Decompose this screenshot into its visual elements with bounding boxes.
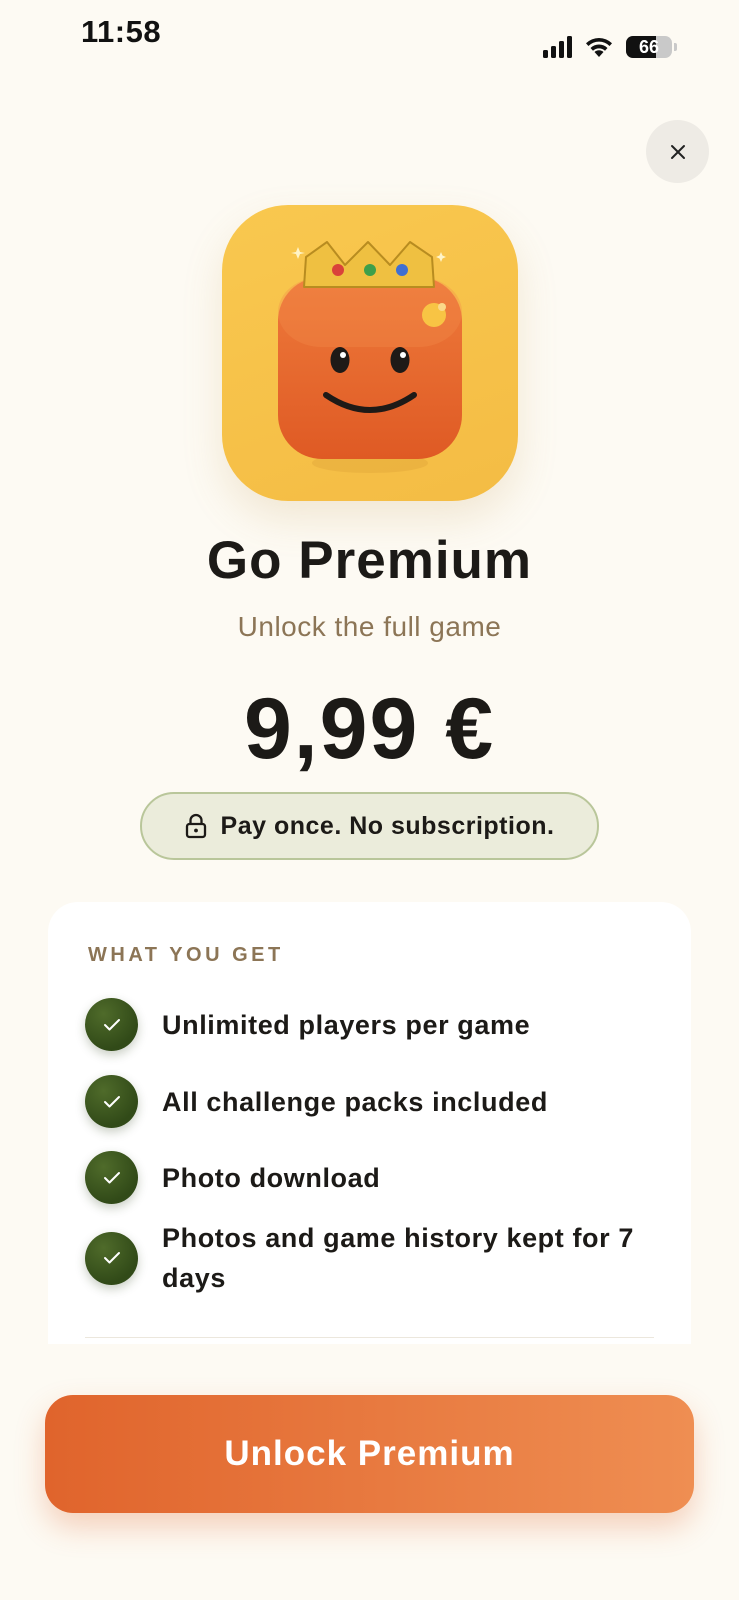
pay-once-badge: Pay once. No subscription. [140,792,599,860]
page-subtitle: Unlock the full game [237,611,502,642]
benefit-label: Unlimited players per game [162,1009,531,1040]
benefit-label: All challenge packs included [162,1086,548,1117]
lock-icon [185,813,206,839]
check-icon [85,998,138,1051]
signal-icon [543,36,572,58]
app-icon [222,205,518,501]
benefit-item: Unlimited players per game [85,998,652,1051]
check-icon [85,1075,138,1128]
battery-level: 66 [638,37,660,57]
benefits-card: WHAT YOU GET Unlimited players per game … [48,902,691,1344]
crowned-smiling-block-icon [278,241,462,473]
unlock-premium-button[interactable]: Unlock Premium [45,1395,694,1513]
close-button[interactable] [646,120,709,183]
price: 9,99 € [243,681,496,777]
benefits-heading: WHAT YOU GET [88,944,284,966]
status-icons: 66 [543,36,677,58]
benefit-label: Photos and game history kept for 7 days [162,1223,634,1293]
check-icon [85,1231,138,1285]
check-icon [85,1151,138,1204]
status-time: 11:58 [81,14,162,49]
wifi-icon [586,37,612,57]
status-bar: 11:58 66 [0,0,739,80]
benefit-item: Photos and game history kept for 7 days [85,1218,652,1298]
pay-once-text: Pay once. No subscription. [220,811,555,840]
battery-icon: 66 [626,36,672,58]
battery-cap [674,43,677,51]
unlock-premium-label: Unlock Premium [224,1434,515,1473]
benefit-item: All challenge packs included [85,1075,652,1128]
close-icon [670,144,685,159]
card-divider [85,1337,654,1338]
page-title: Go Premium [206,531,533,590]
benefit-item: Photo download [85,1151,652,1204]
benefit-label: Photo download [162,1162,381,1193]
